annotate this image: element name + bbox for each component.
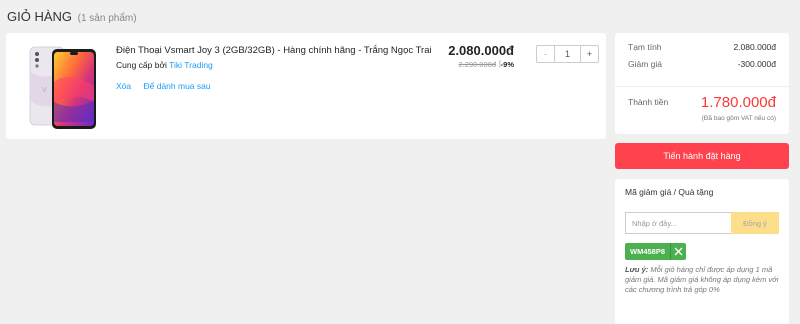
order-summary: Tạm tính 2.080.000đ Giảm giá -300.000đ T… (615, 33, 789, 134)
discount-percent: -9% (500, 60, 514, 69)
subtotal-value: 2.080.000đ (733, 42, 776, 52)
coupon-input[interactable] (625, 212, 731, 234)
total-value: 1.780.000đ (700, 94, 776, 111)
save-for-later-button[interactable]: Để dành mua sau (144, 81, 211, 91)
seller-link[interactable]: Tiki Trading (169, 60, 213, 70)
seller-prefix: Cung cấp bởi (116, 60, 167, 70)
coupon-note-prefix: Lưu ý: (625, 265, 649, 274)
svg-text:V: V (42, 86, 47, 94)
discount-row: Giảm giá -300.000đ (628, 59, 776, 69)
original-price: 2.290.000đ (458, 60, 496, 69)
seller-info: Cung cấp bởi Tiki Trading (116, 60, 213, 70)
subtotal-row: Tạm tính 2.080.000đ (628, 42, 776, 52)
item-price: 2.080.000đ (448, 43, 514, 58)
checkout-button[interactable]: Tiến hành đặt hàng (615, 143, 789, 169)
close-icon[interactable] (670, 243, 686, 260)
page-title-text: GIỎ HÀNG (7, 9, 73, 24)
coupon-title: Mã giảm giá / Quà tặng (625, 187, 714, 197)
quantity-stepper: - 1 + (536, 45, 599, 63)
subtotal-label: Tạm tính (628, 42, 662, 52)
applied-coupon-tag: WM458P8 (625, 243, 687, 260)
smartphone-image[interactable]: V (24, 42, 100, 132)
coupon-panel: Mã giảm giá / Quà tặng Đồng ý WM458P8 Lư… (615, 179, 789, 324)
increase-qty-button[interactable]: + (580, 46, 598, 62)
item-count: (1 sản phẩm) (77, 13, 137, 24)
quantity-value[interactable]: 1 (555, 46, 580, 62)
total-label: Thành tiền (628, 97, 669, 107)
product-name[interactable]: Điện Thoại Vsmart Joy 3 (2GB/32GB) - Hàn… (116, 45, 432, 56)
remove-button[interactable]: Xóa (116, 81, 131, 91)
cart-panel: V Điện Thoại Vsmart Joy 3 (2GB/32GB) - H… (6, 33, 606, 139)
coupon-note: Lưu ý: Mỗi giỏ hàng chỉ được áp dụng 1 m… (625, 265, 781, 295)
page-title: GIỎ HÀNG (1 sản phẩm) (7, 9, 137, 24)
discount-label: Giảm giá (628, 59, 663, 69)
vat-note: (Đã bao gồm VAT nếu có) (701, 115, 776, 122)
coupon-note-text: Mỗi giỏ hàng chỉ được áp dụng 1 mã giảm … (625, 265, 779, 295)
discount-value: -300.000đ (737, 59, 776, 69)
apply-coupon-button[interactable]: Đồng ý (731, 212, 779, 234)
summary-divider (615, 86, 789, 87)
decrease-qty-button[interactable]: - (537, 46, 555, 62)
coupon-code: WM458P8 (630, 247, 666, 256)
item-actions: Xóa Để dành mua sau (116, 81, 221, 91)
